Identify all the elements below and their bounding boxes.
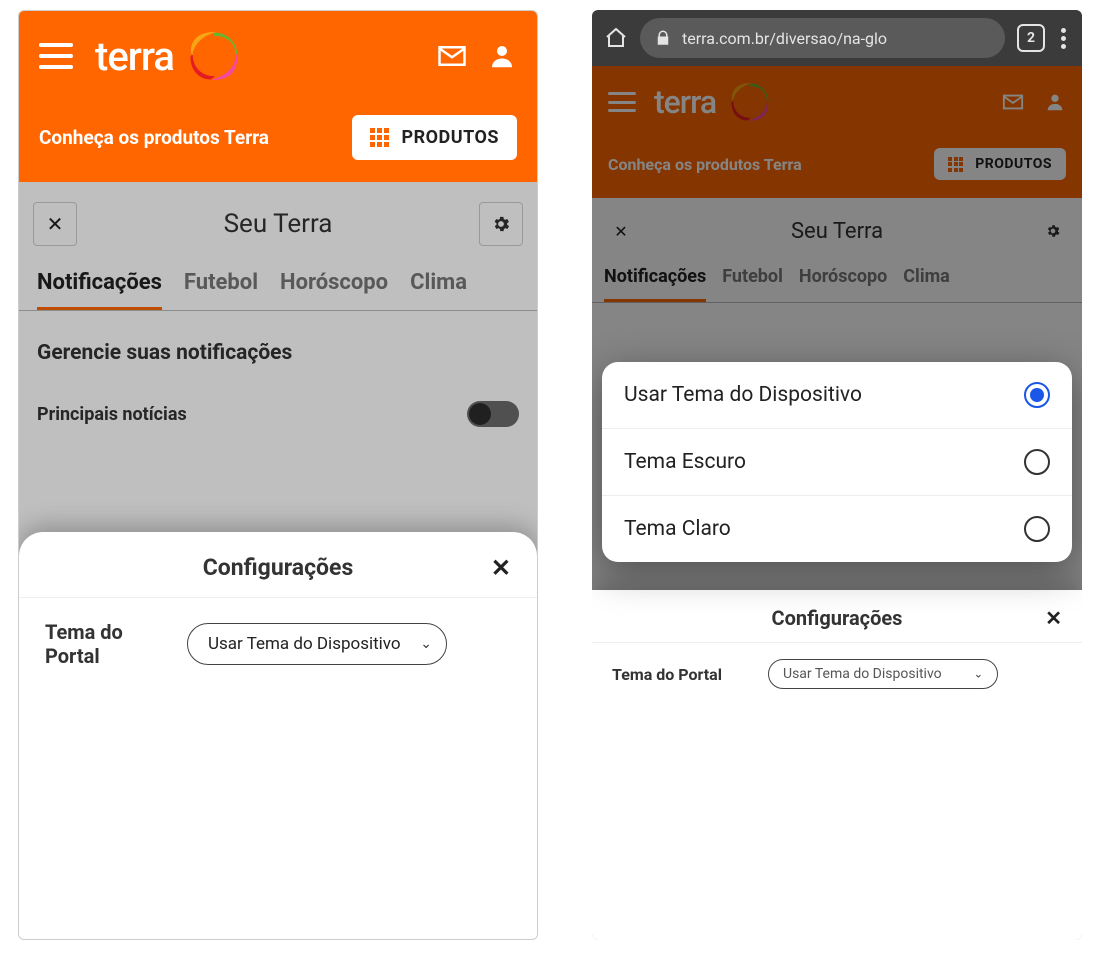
left-screenshot: terra Conheça os produtos Terra PRODUTOS… — [18, 10, 538, 940]
toggle-switch[interactable] — [467, 401, 519, 427]
theme-field-label: Tema do Portal — [45, 620, 165, 668]
tab-notificacoes[interactable]: Notificações — [37, 270, 162, 310]
panel-title: Seu Terra — [224, 209, 333, 239]
address-url: terra.com.br/diversao/na-glo — [682, 29, 887, 48]
terra-logo-icon — [186, 28, 242, 84]
tab-horoscopo[interactable]: Horóscopo — [799, 266, 887, 302]
produtos-label: PRODUTOS — [401, 127, 499, 148]
theme-field-label: Tema do Portal — [612, 665, 752, 684]
terra-logo-icon — [728, 80, 772, 124]
browser-chrome: terra.com.br/diversao/na-glo 2 — [592, 10, 1082, 66]
settings-button[interactable] — [479, 202, 523, 246]
brand-name: terra — [95, 33, 174, 80]
tab-futebol[interactable]: Futebol — [722, 266, 783, 302]
mail-icon[interactable] — [437, 41, 467, 71]
lock-icon — [654, 29, 672, 47]
theme-option-light[interactable]: Tema Claro — [602, 496, 1072, 562]
toggle-label: Principais notícias — [37, 404, 187, 425]
radio-selected-icon — [1024, 382, 1050, 408]
overflow-menu-icon[interactable] — [1057, 28, 1070, 49]
grid-icon — [370, 128, 389, 147]
radio-icon — [1024, 449, 1050, 475]
tab-bar: Notificações Futebol Horóscopo Clima — [19, 264, 537, 311]
sheet-close-button[interactable]: ✕ — [491, 554, 511, 582]
tab-futebol[interactable]: Futebol — [184, 270, 258, 310]
theme-option-device[interactable]: Usar Tema do Dispositivo — [602, 362, 1072, 429]
settings-sheet: Configurações ✕ Tema do Portal Usar Tema… — [19, 532, 537, 939]
tab-notificacoes[interactable]: Notificações — [604, 266, 706, 302]
subheader: Conheça os produtos Terra PRODUTOS — [592, 138, 1082, 198]
chevron-down-icon: ⌄ — [974, 668, 983, 681]
panel-close-button[interactable]: ✕ — [33, 202, 77, 246]
theme-select[interactable]: Usar Tema do Dispositivo ⌄ — [768, 659, 998, 689]
produtos-label: PRODUTOS — [975, 156, 1052, 172]
produtos-button[interactable]: PRODUTOS — [934, 148, 1066, 180]
tab-count[interactable]: 2 — [1017, 24, 1045, 52]
tab-bar: Notificações Futebol Horóscopo Clima — [592, 262, 1082, 303]
theme-select-value: Usar Tema do Dispositivo — [208, 634, 401, 654]
sheet-close-button[interactable]: ✕ — [1045, 606, 1062, 630]
tab-clima[interactable]: Clima — [903, 266, 950, 302]
toggle-row-principais: Principais notícias — [37, 393, 519, 443]
user-icon[interactable] — [1044, 91, 1066, 113]
chevron-down-icon: ⌄ — [420, 636, 432, 652]
home-icon[interactable] — [604, 26, 628, 50]
theme-option-dark[interactable]: Tema Escuro — [602, 429, 1072, 496]
address-bar[interactable]: terra.com.br/diversao/na-glo — [640, 18, 1005, 58]
user-icon[interactable] — [487, 41, 517, 71]
grid-icon — [948, 157, 963, 172]
option-label: Tema Escuro — [624, 450, 746, 474]
tab-clima[interactable]: Clima — [410, 270, 467, 310]
sheet-title: Configurações — [203, 554, 354, 581]
brand-name: terra — [654, 83, 716, 121]
subheader-text: Conheça os produtos Terra — [608, 155, 918, 174]
settings-button[interactable] — [1036, 214, 1070, 248]
body-heading: Gerencie suas notificações — [37, 341, 519, 365]
radio-icon — [1024, 516, 1050, 542]
panel-close-button[interactable]: ✕ — [604, 214, 638, 248]
right-screenshot: terra.com.br/diversao/na-glo 2 terra Con… — [592, 10, 1082, 940]
produtos-button[interactable]: PRODUTOS — [352, 115, 517, 160]
theme-options-menu: Usar Tema do Dispositivo Tema Escuro Tem… — [602, 362, 1072, 562]
theme-select[interactable]: Usar Tema do Dispositivo ⌄ — [187, 623, 447, 665]
option-label: Tema Claro — [624, 517, 731, 541]
sheet-title: Configurações — [772, 606, 903, 630]
tab-horoscopo[interactable]: Horóscopo — [280, 270, 388, 310]
subheader-text: Conheça os produtos Terra — [39, 126, 336, 149]
app-header: terra — [592, 66, 1082, 138]
panel-title: Seu Terra — [791, 219, 883, 244]
menu-icon[interactable] — [608, 92, 636, 112]
app-header: terra — [19, 11, 537, 101]
mail-icon[interactable] — [1002, 91, 1024, 113]
subheader: Conheça os produtos Terra PRODUTOS — [19, 101, 537, 182]
menu-icon[interactable] — [39, 43, 73, 69]
option-label: Usar Tema do Dispositivo — [624, 383, 862, 407]
settings-sheet: Configurações ✕ Tema do Portal Usar Tema… — [592, 590, 1082, 940]
theme-select-value: Usar Tema do Dispositivo — [783, 666, 942, 682]
